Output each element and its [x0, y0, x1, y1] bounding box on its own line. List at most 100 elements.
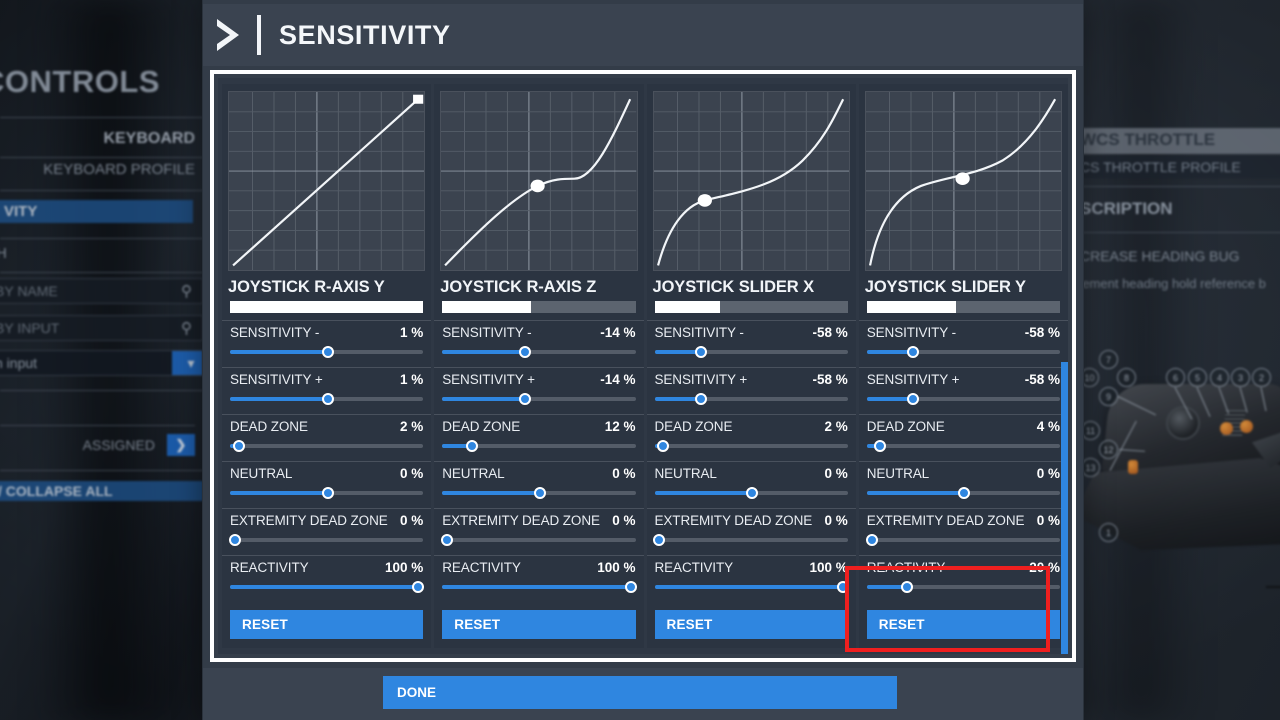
parameter-label: DEAD ZONE — [866, 418, 945, 434]
slider-knob[interactable] — [653, 533, 666, 546]
parameter-slider[interactable] — [230, 344, 424, 360]
parameter-row-extremity-dead-zone: EXTREMITY DEAD ZONE 0 % — [434, 507, 644, 555]
input-filter-select[interactable]: n input ▾ — [0, 350, 203, 376]
chevron-down-icon[interactable]: ▾ — [172, 351, 202, 375]
slider-knob[interactable] — [958, 486, 971, 499]
search-by-input-input[interactable]: BY INPUT ⚲ — [0, 315, 203, 341]
reset-button[interactable]: RESET — [654, 609, 848, 639]
chevron-right-icon[interactable]: ❯ — [167, 434, 195, 456]
slider-knob[interactable] — [907, 392, 920, 405]
slider-knob[interactable] — [865, 533, 878, 546]
slider-knob[interactable] — [694, 345, 707, 358]
slider-knob[interactable] — [321, 345, 334, 358]
dialog-footer: DONE — [203, 668, 1083, 720]
sensitivity-curve-graph[interactable] — [652, 91, 850, 271]
parameter-slider[interactable] — [442, 579, 637, 595]
parameter-slider[interactable] — [442, 344, 636, 360]
parameter-slider[interactable] — [866, 485, 1060, 501]
parameter-slider[interactable] — [654, 391, 848, 407]
parameter-slider[interactable] — [441, 532, 636, 548]
parameter-header: DEAD ZONE 2 % — [230, 419, 423, 434]
parameter-row-extremity-dead-zone: EXTREMITY DEAD ZONE 0 % — [646, 507, 856, 555]
parameter-slider[interactable] — [654, 438, 848, 454]
slider-track[interactable] — [654, 537, 848, 542]
slider-knob[interactable] — [746, 486, 759, 499]
parameter-slider[interactable] — [866, 579, 1060, 595]
sidebar-item-sensitivity[interactable]: VITY — [0, 200, 193, 223]
slider-knob[interactable] — [232, 439, 245, 452]
reset-button[interactable]: RESET — [230, 609, 424, 639]
sensitivity-curve-graph[interactable] — [228, 91, 426, 271]
parameter-slider[interactable] — [653, 532, 848, 548]
parameter-slider[interactable] — [442, 438, 636, 454]
parameter-slider[interactable] — [228, 532, 424, 548]
axis-level-indicator — [230, 300, 424, 313]
parameter-slider[interactable] — [654, 579, 849, 595]
callout-6: 6 — [1166, 368, 1185, 387]
sidebar-item-search[interactable]: H — [0, 245, 7, 262]
axis-title: JOYSTICK R-AXIS Z — [440, 277, 597, 296]
parameter-value: 4 % — [1036, 418, 1060, 434]
axes-columns: JOYSTICK R-AXIS Y SENSITIVITY - 1 % SENS… — [218, 78, 1068, 654]
slider-knob[interactable] — [624, 580, 637, 593]
slider-knob[interactable] — [874, 439, 887, 452]
reset-button[interactable]: RESET — [866, 609, 1060, 639]
parameter-slider[interactable] — [230, 391, 424, 407]
parameter-label: SENSITIVITY + — [230, 371, 323, 387]
parameter-value: 100 % — [597, 559, 636, 575]
parameter-header: REACTIVITY 100 % — [655, 560, 848, 575]
parameter-slider[interactable] — [654, 344, 848, 360]
slider-track[interactable] — [654, 443, 848, 448]
sensitivity-curve-graph[interactable] — [440, 91, 638, 271]
parameter-slider[interactable] — [442, 485, 636, 501]
done-button[interactable]: DONE — [383, 676, 897, 709]
parameter-header: REACTIVITY 20 % — [867, 560, 1060, 575]
vertical-scrollbar[interactable] — [1061, 362, 1068, 654]
parameter-value: 100 % — [809, 559, 848, 575]
controls-page-title: CONTROLS — [0, 64, 160, 99]
slider-knob[interactable] — [466, 439, 479, 452]
slider-track[interactable] — [230, 537, 424, 542]
parameter-label: REACTIVITY — [654, 559, 734, 575]
slider-fill — [442, 584, 631, 589]
slider-knob[interactable] — [533, 486, 546, 499]
assigned-row[interactable]: ASSIGNED ❯ — [0, 433, 195, 457]
parameter-header: SENSITIVITY + -58 % — [867, 372, 1060, 387]
slider-knob[interactable] — [321, 392, 334, 405]
parameter-row-extremity-dead-zone: EXTREMITY DEAD ZONE 0 % — [222, 507, 432, 555]
throttle-hardware-diagram: 7 10 8 9 11 12 13 1 6 5 4 3 2 — [1070, 340, 1280, 600]
parameter-slider[interactable] — [865, 532, 1060, 548]
slider-knob[interactable] — [519, 392, 532, 405]
slider-knob[interactable] — [657, 439, 670, 452]
parameter-slider[interactable] — [230, 579, 425, 595]
sensitivity-curve-graph[interactable] — [864, 91, 1062, 271]
slider-knob[interactable] — [412, 580, 425, 593]
parameter-slider[interactable] — [230, 438, 424, 454]
slider-track[interactable] — [230, 443, 424, 448]
reset-button[interactable]: RESET — [442, 609, 636, 639]
slider-track[interactable] — [866, 443, 1060, 448]
slider-knob[interactable] — [836, 580, 849, 593]
slider-track[interactable] — [866, 537, 1060, 542]
collapse-all-button[interactable]: / COLLAPSE ALL — [0, 481, 203, 501]
parameter-slider[interactable] — [866, 391, 1060, 407]
parameter-header: REACTIVITY 100 % — [442, 560, 635, 575]
slider-knob[interactable] — [228, 533, 241, 546]
slider-knob[interactable] — [321, 486, 334, 499]
slider-fill — [654, 584, 843, 589]
slider-knob[interactable] — [901, 580, 914, 593]
parameter-slider[interactable] — [654, 485, 848, 501]
scrollbar-thumb[interactable] — [1061, 362, 1068, 654]
slider-knob[interactable] — [519, 345, 532, 358]
callout-9: 9 — [1099, 387, 1118, 406]
parameter-slider[interactable] — [442, 391, 636, 407]
parameter-slider[interactable] — [866, 344, 1060, 360]
parameter-slider[interactable] — [866, 438, 1060, 454]
slider-knob[interactable] — [441, 533, 454, 546]
parameter-slider[interactable] — [230, 485, 424, 501]
search-by-name-input[interactable]: BY NAME ⚲ — [0, 278, 203, 304]
parameter-header: SENSITIVITY + -14 % — [442, 372, 635, 387]
slider-knob[interactable] — [694, 392, 707, 405]
slider-knob[interactable] — [907, 345, 920, 358]
slider-track[interactable] — [442, 537, 636, 542]
